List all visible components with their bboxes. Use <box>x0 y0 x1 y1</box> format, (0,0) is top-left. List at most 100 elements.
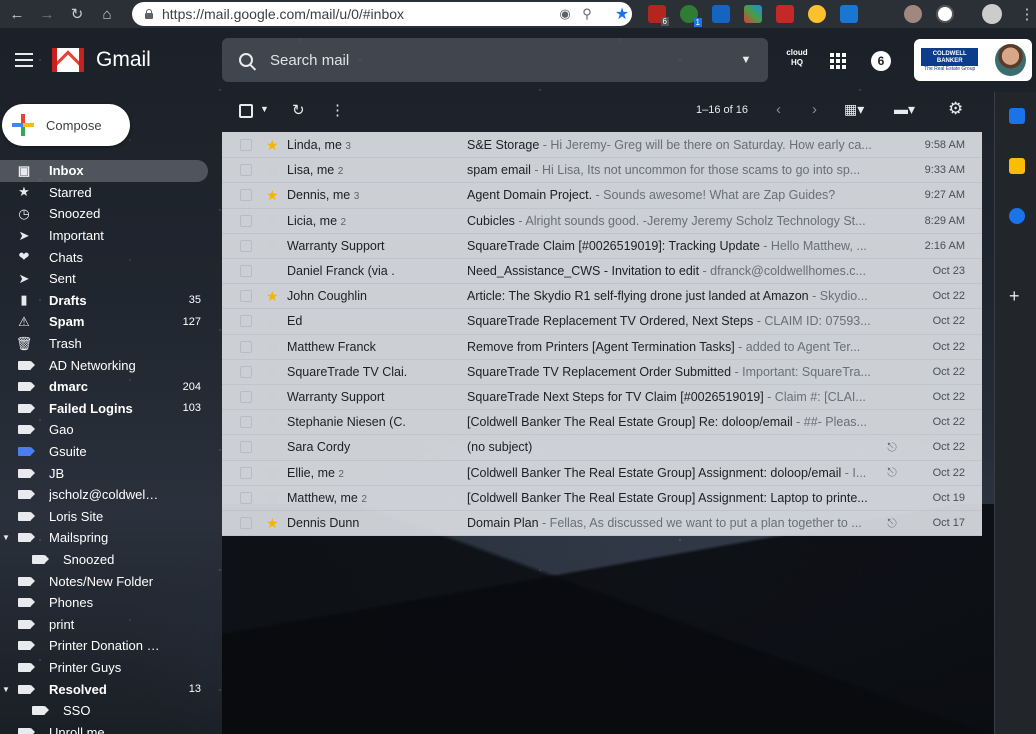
row-checkbox[interactable] <box>240 365 252 378</box>
sidebar-item-jb[interactable]: JB <box>0 462 210 484</box>
email-row[interactable]: ☆ Warranty Support SquareTrade Next Steps… <box>222 385 982 411</box>
row-checkbox[interactable] <box>240 416 252 429</box>
reload-icon[interactable]: ↻ <box>64 0 90 28</box>
extension-icon[interactable] <box>712 5 730 23</box>
sidebar-item-snoozed[interactable]: ◷ Snoozed <box>0 203 210 225</box>
sidebar-item-gsuite[interactable]: Gsuite <box>0 441 210 463</box>
row-checkbox[interactable] <box>240 214 252 227</box>
email-row[interactable]: ★ Dennis Dunn Domain Plan - Fellas, As di… <box>222 511 982 537</box>
settings-gear-icon[interactable]: ⚙ <box>948 99 963 119</box>
sidebar-item-important[interactable]: ➤ Important <box>0 225 210 247</box>
extension-icon[interactable] <box>904 5 922 23</box>
expand-arrow-icon[interactable]: ▼ <box>2 533 10 542</box>
star-icon[interactable]: ☆ <box>266 338 286 355</box>
sidebar-item-resolved[interactable]: ▼ Resolved 13 <box>0 678 210 700</box>
extension-icon[interactable] <box>744 5 762 23</box>
url-text[interactable]: https://mail.google.com/mail/u/0/#inbox <box>162 6 554 22</box>
sidebar-item-unroll-me[interactable]: Unroll.me <box>0 721 210 734</box>
sidebar-item-loris-site[interactable]: Loris Site <box>0 506 210 528</box>
email-row[interactable]: ☆ Licia, me 2 Cubicles - Alright sounds go… <box>222 209 982 234</box>
home-icon[interactable]: ⌂ <box>94 0 120 28</box>
add-addon-plus-icon[interactable]: + <box>1009 286 1020 307</box>
sidebar-item-ad-networking[interactable]: AD Networking <box>0 354 210 376</box>
row-checkbox[interactable] <box>240 466 252 479</box>
address-bar[interactable]: https://mail.google.com/mail/u/0/#inbox … <box>132 2 632 26</box>
email-row[interactable]: ☆ Stephanie Niesen (C. [Coldwell Banker T… <box>222 410 982 436</box>
email-row[interactable]: ☆ Ellie, me 2 [Coldwell Banker The Real Es… <box>222 461 982 486</box>
cloudhq-icon[interactable]: cloud HQ <box>784 48 810 68</box>
row-checkbox[interactable] <box>240 239 252 252</box>
email-row[interactable]: ☆ Lisa, me 2 spam email - Hi Lisa, Its not… <box>222 158 982 184</box>
sidebar-item-jscholz-coldwellhomes[interactable]: jscholz@coldwellhomes.... <box>0 484 210 506</box>
star-icon[interactable]: ☆ <box>266 414 286 431</box>
sidebar-item-print[interactable]: print <box>0 613 210 635</box>
menu-dots-icon[interactable]: ⋮ <box>1014 0 1036 28</box>
newer-chevron-icon[interactable]: ‹ <box>776 101 781 118</box>
tasks-icon[interactable] <box>1009 208 1025 224</box>
search-bar[interactable]: ▼ <box>222 38 768 82</box>
profile-avatar-icon[interactable] <box>982 4 1002 24</box>
star-icon[interactable]: ☆ <box>266 162 286 179</box>
star-icon[interactable]: ☆ <box>266 464 286 481</box>
email-row[interactable]: ★ John Coughlin Article: The Skydio R1 se… <box>222 284 982 310</box>
zoom-icon[interactable]: ⚲ <box>576 6 598 22</box>
row-checkbox[interactable] <box>240 290 252 303</box>
gmail-logo[interactable]: Gmail <box>52 48 151 72</box>
search-input[interactable] <box>270 51 724 69</box>
email-row[interactable]: ☆ SquareTrade TV Clai. SquareTrade TV Rep… <box>222 360 982 385</box>
forward-arrow-icon[interactable]: → <box>34 0 60 28</box>
tracking-eye-icon[interactable]: ◉ <box>554 6 576 22</box>
apps-grid-icon[interactable] <box>830 53 846 69</box>
star-icon[interactable]: ☆ <box>266 263 286 280</box>
extension-icon[interactable] <box>840 5 858 23</box>
row-checkbox[interactable] <box>240 517 252 530</box>
sidebar-item-chats[interactable]: ❤ Chats <box>0 246 210 268</box>
keep-icon[interactable] <box>1009 158 1025 174</box>
sidebar-item-failed-logins[interactable]: Failed Logins 103 <box>0 398 210 420</box>
search-options-caret-icon[interactable]: ▼ <box>724 54 768 66</box>
compose-button[interactable]: Compose <box>2 104 130 146</box>
sidebar-item-phones[interactable]: Phones <box>0 592 210 614</box>
account-switcher[interactable]: COLDWELL BANKER The Real Estate Group <box>914 39 1032 81</box>
email-row[interactable]: ☆ Daniel Franck (via . Need_Assistance_CW… <box>222 259 982 285</box>
star-icon[interactable]: ☆ <box>266 313 286 330</box>
star-icon[interactable]: ☆ <box>266 389 286 406</box>
split-pane-icon[interactable]: ▦▾ <box>844 101 864 118</box>
star-icon[interactable]: ☆ <box>266 363 286 380</box>
email-row[interactable]: ☆ Ed SquareTrade Replacement TV Ordered, … <box>222 309 982 335</box>
star-icon[interactable]: ☆ <box>266 439 286 456</box>
bookmark-star-icon[interactable]: ★ <box>612 4 632 24</box>
star-icon[interactable]: ☆ <box>266 489 286 506</box>
notification-badge[interactable]: 6 <box>871 51 891 71</box>
row-checkbox[interactable] <box>240 391 252 404</box>
row-checkbox[interactable] <box>240 491 252 504</box>
row-checkbox[interactable] <box>240 189 252 202</box>
sidebar-item-printer-donation-receipts[interactable]: Printer Donation Receipts <box>0 635 210 657</box>
star-icon[interactable]: ★ <box>266 515 286 532</box>
calendar-icon[interactable] <box>1009 108 1025 124</box>
email-row[interactable]: ☆ Sara Cordy (no subject) ⎋ Oct 22 <box>222 435 982 461</box>
sidebar-item-mailspring[interactable]: ▼ Mailspring <box>0 527 210 549</box>
sidebar-item-gao[interactable]: Gao <box>0 419 210 441</box>
main-menu-icon[interactable] <box>12 50 36 70</box>
sidebar-item-trash[interactable]: 🗑 Trash <box>0 333 210 355</box>
email-row[interactable]: ☆ Matthew, me 2 [Coldwell Banker The Real … <box>222 486 982 511</box>
back-arrow-icon[interactable]: ← <box>4 0 30 28</box>
select-all-checkbox[interactable] <box>239 104 253 118</box>
sidebar-item-drafts[interactable]: ▮ Drafts 35 <box>0 290 210 312</box>
row-checkbox[interactable] <box>240 164 252 177</box>
email-row[interactable]: ★ Dennis, me 3 Agent Domain Project. - Sou… <box>222 183 982 209</box>
star-icon[interactable]: ☆ <box>266 212 286 229</box>
sidebar-item-starred[interactable]: ★ Starred <box>0 182 210 204</box>
ublock-extension-icon[interactable]: 6 <box>648 5 669 26</box>
sidebar-item-sent[interactable]: ➤ Sent <box>0 268 210 290</box>
input-tools-icon[interactable]: ▬▾ <box>894 101 915 118</box>
select-dropdown-icon[interactable]: ▼ <box>260 104 269 114</box>
star-icon[interactable]: ★ <box>266 187 286 204</box>
sidebar-item-printer-guys[interactable]: Printer Guys <box>0 657 210 679</box>
row-checkbox[interactable] <box>240 265 252 278</box>
row-checkbox[interactable] <box>240 340 252 353</box>
sidebar-item-sso[interactable]: SSO <box>0 700 210 722</box>
extension-icon[interactable] <box>776 5 794 23</box>
email-row[interactable]: ☆ Matthew Franck Remove from Printers [Ag… <box>222 335 982 360</box>
